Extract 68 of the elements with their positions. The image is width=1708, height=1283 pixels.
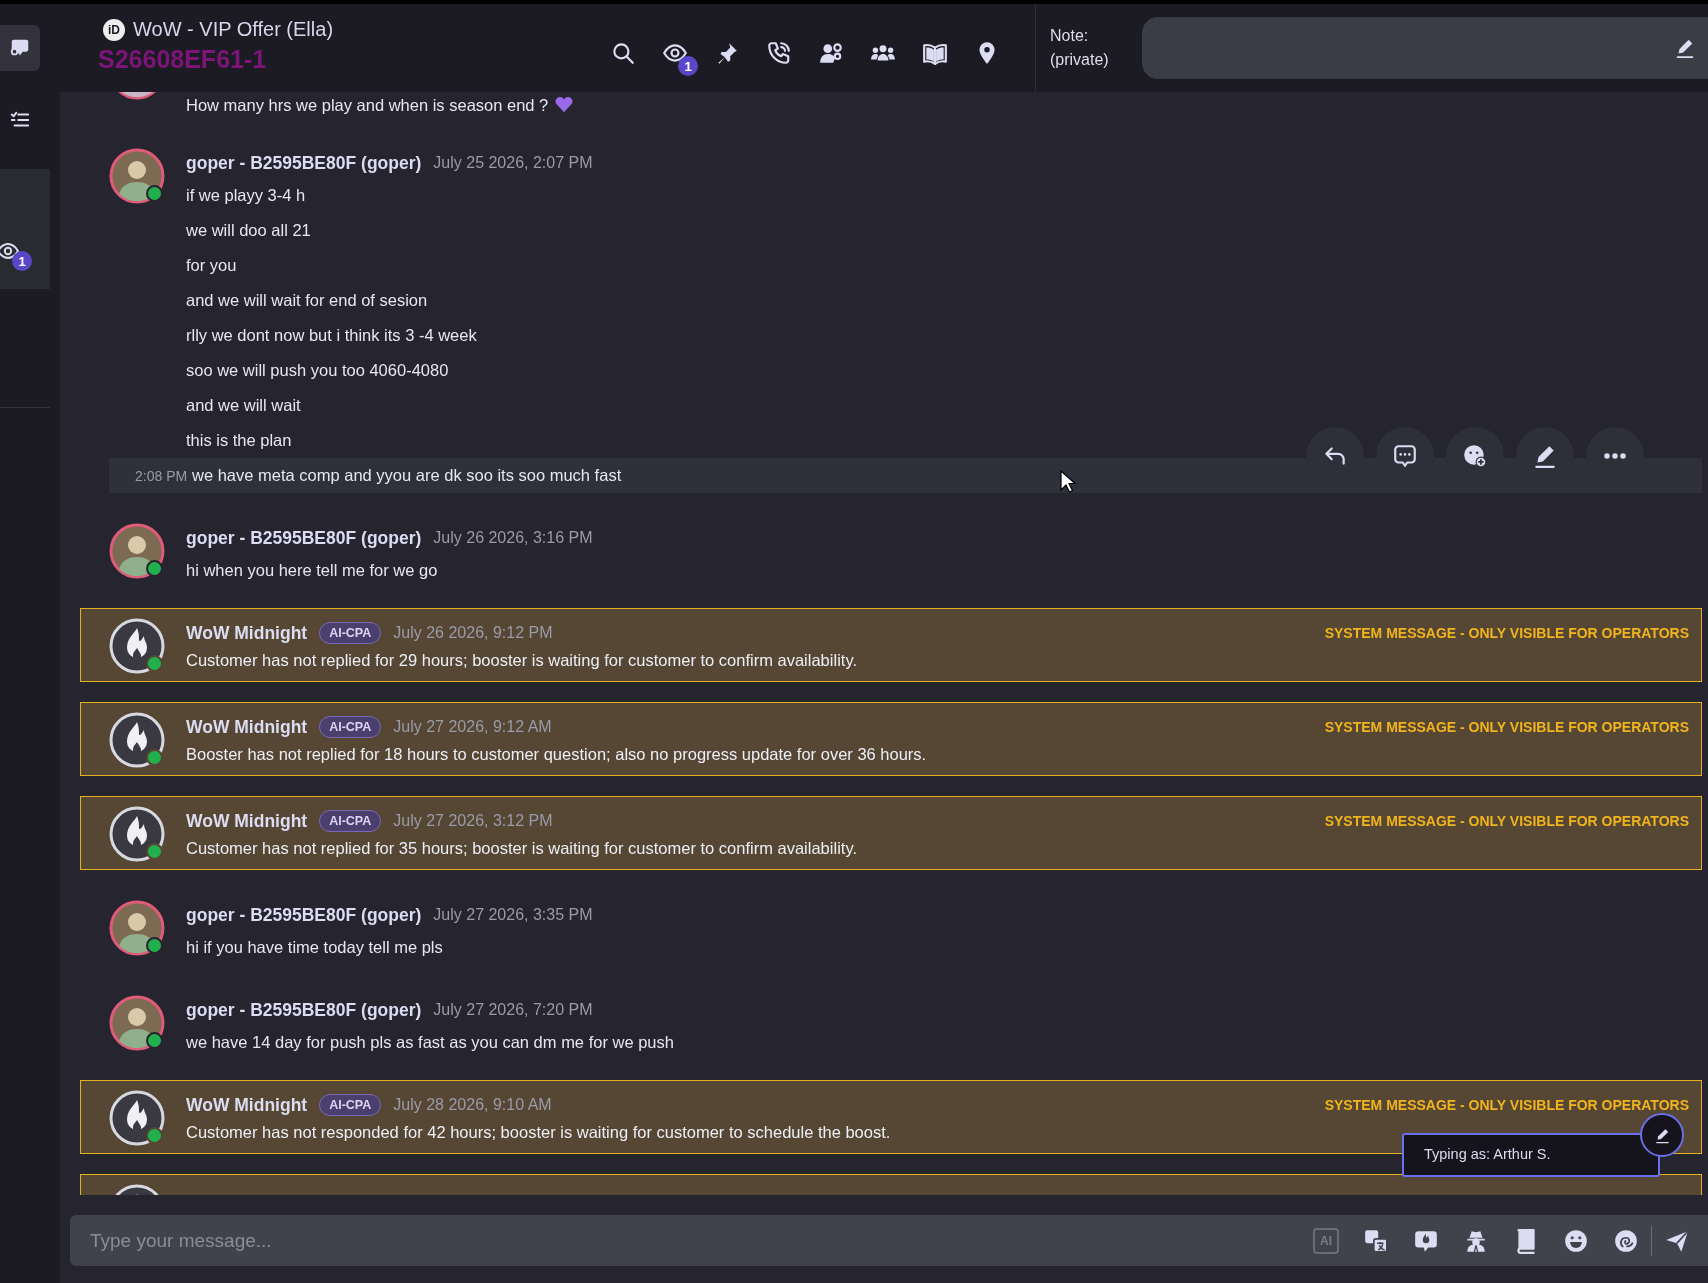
message-text: for you <box>186 256 237 275</box>
count-badge: 1 <box>678 56 698 76</box>
order-id: S26608EF61-1 <box>98 45 268 74</box>
timestamp: July 28 2026, 9:10 AM <box>393 1096 552 1114</box>
message-text: soo we will push you too 4060-4080 <box>186 361 449 380</box>
side-panel[interactable]: 1 <box>0 169 50 289</box>
author-name: WoW Midnight <box>186 716 308 738</box>
system-label: SYSTEM MESSAGE - ONLY VISIBLE FOR OPERATORS <box>1324 719 1689 735</box>
ai-badge: AI-CPA <box>319 810 382 832</box>
timestamp: July 27 2026, 3:12 PM <box>393 812 553 830</box>
pencil-icon <box>1532 443 1558 469</box>
note-field[interactable] <box>1142 17 1708 79</box>
author-name: WoW Midnight <box>186 810 308 832</box>
note-label: Note: (private) <box>1050 26 1110 70</box>
timestamp: July 27 2026, 3:35 PM <box>433 906 593 924</box>
smiley-icon[interactable] <box>1563 1227 1589 1254</box>
message-text: Customer has not replied for 29 hours; booster is waiting for customer to confirm availability. <box>186 651 857 670</box>
more-icon <box>1604 453 1626 459</box>
message-text: and we will wait for end of sesion <box>186 291 428 310</box>
system-label: SYSTEM MESSAGE - ONLY VISIBLE FOR OPERATORS <box>1324 625 1689 641</box>
pencil-icon[interactable] <box>1674 37 1696 59</box>
cursor-icon <box>1060 470 1076 494</box>
chats-button[interactable] <box>0 25 40 71</box>
search-icon[interactable] <box>610 40 636 66</box>
message-text: hi when you here tell me for we go <box>186 561 438 580</box>
system-label: SYSTEM MESSAGE - ONLY VISIBLE FOR OPERATORS <box>1324 1097 1689 1113</box>
ai-button[interactable]: AI <box>1313 1227 1339 1254</box>
message-text: we have 14 day for push pls as fast as you can dm me for we push <box>186 1033 674 1052</box>
count-badge: 1 <box>12 251 32 271</box>
person-gear-icon[interactable] <box>818 40 844 66</box>
message-text: we have meta comp and yyou are dk soo its soo much fast <box>192 466 622 485</box>
author-name: goper - B2595BE80F (goper) <box>186 999 422 1021</box>
message-text: How many hrs we play and when is season end ? <box>186 95 549 115</box>
phone-icon[interactable] <box>766 40 792 66</box>
timestamp: July 25 2026, 2:07 PM <box>433 154 593 172</box>
author-name: WoW Midnight <box>186 1094 308 1116</box>
message-text: rlly we dont now but i think its 3 -4 week <box>186 326 477 345</box>
chat-title: WoW - VIP Offer (Ella) <box>133 18 334 41</box>
emoji-add-icon <box>1462 443 1488 469</box>
message-text: we will doo all 21 <box>186 221 311 240</box>
message-text: this is the plan <box>186 431 292 450</box>
timestamp: July 26 2026, 3:16 PM <box>433 529 593 547</box>
composer-bar[interactable]: Type your message... AI <box>70 1215 1708 1266</box>
swirl-icon[interactable] <box>1613 1227 1639 1254</box>
timestamp: July 26 2026, 9:12 PM <box>393 624 553 642</box>
typing-indicator: Typing as: Arthur S. <box>1402 1133 1660 1177</box>
timestamp: July 27 2026, 7:20 PM <box>433 1001 593 1019</box>
author-name: goper - B2595BE80F (goper) <box>186 527 422 549</box>
id-badge: iD <box>103 18 125 41</box>
author-name: goper - B2595BE80F (goper) <box>186 152 422 174</box>
message-text: Customer has not replied for 35 hours; booster is waiting for customer to confirm availability. <box>186 839 857 858</box>
timestamp: July 27 2026, 9:12 AM <box>393 718 552 736</box>
translate-icon[interactable] <box>1363 1227 1389 1254</box>
ai-badge: AI-CPA <box>319 716 382 738</box>
message-text: hi if you have time today tell me pls <box>186 938 443 957</box>
author-name: WoW Midnight <box>186 622 308 644</box>
message-input[interactable]: Type your message... <box>90 1225 1313 1256</box>
message-text: Customer has not responded for 42 hours; booster is waiting for customer to schedule the boost. <box>186 1123 891 1142</box>
author-name: goper - B2595BE80F (goper) <box>186 904 422 926</box>
message-text: if we playy 3-4 h <box>186 186 306 205</box>
message-text: and we will wait <box>186 396 301 415</box>
comment-icon <box>1392 443 1418 469</box>
message-text: Booster has not replied for 18 hours to customer question; also no progress update for over 36 hours. <box>186 745 927 764</box>
ai-badge: AI-CPA <box>319 1094 382 1116</box>
line-time: 2:08 PM <box>134 467 186 484</box>
ai-badge: AI-CPA <box>319 622 382 644</box>
pencil-icon <box>1653 1126 1671 1144</box>
system-label: SYSTEM MESSAGE - ONLY VISIBLE FOR OPERATORS <box>1324 813 1689 829</box>
